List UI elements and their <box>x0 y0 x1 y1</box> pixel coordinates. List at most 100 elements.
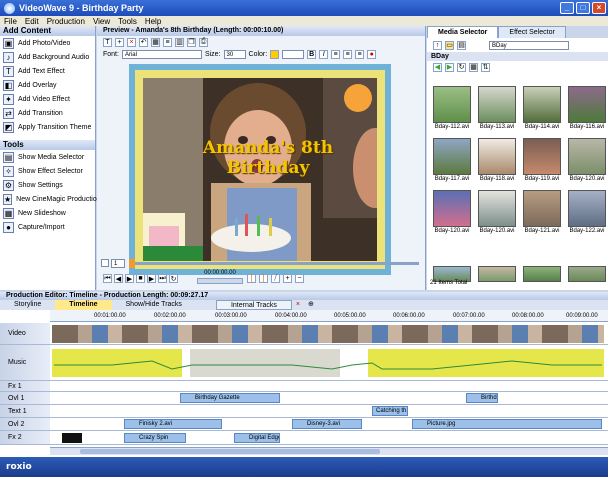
forward-nav-icon[interactable]: ▶ <box>445 62 454 72</box>
add-icon[interactable]: + <box>115 37 124 47</box>
italic-icon[interactable]: I <box>319 49 329 59</box>
bold-icon[interactable]: B <box>307 49 317 59</box>
media-thumb[interactable]: Bday-120.avi <box>431 190 473 239</box>
close-button[interactable]: × <box>592 2 606 14</box>
media-thumb[interactable]: Bday-116.avi <box>566 86 608 135</box>
media-thumb[interactable]: Bday-113.avi <box>476 86 518 135</box>
filter-icon[interactable]: ▦ <box>469 62 478 72</box>
fx-clip-digital-edge[interactable]: Digital Edge <box>234 433 280 443</box>
mark-out-icon[interactable]: ] <box>259 274 268 283</box>
add-overlay[interactable]: ◧ Add Overlay <box>0 78 95 92</box>
new-text-icon[interactable]: T <box>103 37 112 47</box>
show-effect-selector[interactable]: ✧ Show Effect Selector <box>0 164 95 178</box>
zoom-in-icon[interactable]: + <box>283 274 292 283</box>
mark-in-icon[interactable]: [ <box>247 274 256 283</box>
fx-clip-crazy-spin[interactable]: Crazy Spin <box>124 433 186 443</box>
menu-edit[interactable]: Edit <box>21 17 43 26</box>
layout-icon[interactable]: ▦ <box>151 37 160 47</box>
internal-tracks-button[interactable]: Internal Tracks <box>215 300 292 310</box>
tab-timeline[interactable]: Timeline <box>55 300 112 310</box>
menu-view[interactable]: View <box>89 17 114 26</box>
menu-production[interactable]: Production <box>43 17 89 26</box>
size-select[interactable]: 30 <box>223 49 246 59</box>
music-volume-envelope[interactable] <box>52 349 604 377</box>
align-icon[interactable]: ≡ <box>163 37 172 47</box>
align-right-icon[interactable]: ≡ <box>355 49 365 59</box>
undo-icon[interactable]: ↶ <box>139 37 148 47</box>
skip-start-icon[interactable]: ⏮ <box>103 274 112 283</box>
tab-storyline[interactable]: Storyline <box>0 300 55 310</box>
split-icon[interactable]: ⧸ <box>271 274 280 283</box>
text-clip-catching[interactable]: Catching th... <box>372 406 408 416</box>
media-thumb[interactable] <box>521 266 563 282</box>
prev-frame-icon[interactable] <box>101 259 109 267</box>
play-icon[interactable]: ▶ <box>125 274 134 283</box>
show-hide-tracks-button[interactable]: Show/Hide Tracks <box>112 300 196 310</box>
add-photo-video[interactable]: ▣ Add Photo/Video <box>0 36 95 50</box>
delete-icon[interactable]: × <box>127 37 136 47</box>
menu-tools[interactable]: Tools <box>114 17 141 26</box>
overlay-clip-picture[interactable]: Picture.jpg <box>412 419 602 429</box>
add-background-audio[interactable]: ♪ Add Background Audio <box>0 50 95 64</box>
apply-transition-theme[interactable]: ◩ Apply Transition Theme <box>0 120 95 134</box>
shadow-icon[interactable]: ● <box>367 49 377 59</box>
scrub-track[interactable] <box>129 262 419 265</box>
overlay-title-text[interactable]: Amanda's 8th Birthday <box>163 138 373 178</box>
font-select[interactable]: Arial <box>121 49 202 59</box>
back-icon[interactable]: ◀ <box>433 62 442 72</box>
refresh-icon[interactable]: ↻ <box>457 62 466 72</box>
scrub-handle[interactable] <box>129 259 135 268</box>
overlay-clip-birthd[interactable]: Birthd... <box>466 393 498 403</box>
fx-clip-thumb[interactable] <box>62 433 82 443</box>
media-thumb[interactable]: Bday-119.avi <box>521 138 563 187</box>
sort-icon[interactable]: ⇅ <box>481 62 490 72</box>
show-media-selector[interactable]: ▤ Show Media Selector <box>0 150 95 164</box>
volume-slider[interactable] <box>197 278 243 284</box>
tab-media-selector[interactable]: Media Selector <box>427 26 499 38</box>
media-thumb[interactable] <box>566 266 608 282</box>
zoom-timeline-icon[interactable]: ⊕ <box>304 300 318 310</box>
new-cinemagic-production[interactable]: ★ New CineMagic Production <box>0 192 101 206</box>
timeline-scrollbar[interactable] <box>50 447 608 455</box>
add-video-effect[interactable]: ✦ Add Video Effect <box>0 92 95 106</box>
media-thumb[interactable]: Bday-120.avi <box>476 190 518 239</box>
media-thumb[interactable]: Bday-122.avi <box>566 190 608 239</box>
media-thumb[interactable]: Bday-118.avi <box>476 138 518 187</box>
timeline-ruler[interactable]: 00:01:00.00 00:02:00.00 00:03:00.00 00:0… <box>50 310 608 322</box>
menu-file[interactable]: File <box>0 17 21 26</box>
forward-icon[interactable]: ▶ <box>147 274 156 283</box>
tab-effect-selector[interactable]: Effect Selector <box>498 26 566 38</box>
maximize-button[interactable]: □ <box>576 2 590 14</box>
new-slideshow[interactable]: ▦ New Slideshow <box>0 206 95 220</box>
loop-icon[interactable]: ↻ <box>169 274 178 283</box>
zoom-out-icon[interactable]: − <box>295 274 304 283</box>
folder-icon[interactable]: ▭ <box>445 40 454 50</box>
minimize-button[interactable]: _ <box>560 2 574 14</box>
video-clips-strip[interactable] <box>52 325 604 343</box>
print-icon[interactable]: ⎙ <box>199 37 208 47</box>
preview-video-frame[interactable]: Amanda's 8th Birthday <box>129 64 397 275</box>
opacity-field[interactable] <box>282 49 305 59</box>
view-icon[interactable]: ▤ <box>457 40 466 50</box>
copy-icon[interactable]: ❐ <box>187 37 196 47</box>
folder-select[interactable]: BDay <box>489 40 569 50</box>
show-settings[interactable]: ⚙ Show Settings <box>0 178 95 192</box>
delete-clip-icon[interactable]: × <box>292 300 304 310</box>
media-thumb[interactable]: Bday-114.avi <box>521 86 563 135</box>
overlay-clip-birthday-gazette[interactable]: Birthday Gazette <box>180 393 280 403</box>
overlay-clip-disney[interactable]: Disney-3.avi <box>292 419 362 429</box>
media-thumb[interactable]: Bday-112.avi <box>431 86 473 135</box>
stop-icon[interactable]: ■ <box>136 274 145 283</box>
align-left-icon[interactable]: ≡ <box>331 49 341 59</box>
rewind-icon[interactable]: ◀ <box>114 274 123 283</box>
add-text-effect[interactable]: T Add Text Effect <box>0 64 95 78</box>
media-thumb[interactable]: Bday-121.avi <box>521 190 563 239</box>
grid-icon[interactable]: ▥ <box>175 37 184 47</box>
folder-up-icon[interactable]: ↑ <box>433 40 442 50</box>
overlay-clip-finisky[interactable]: Finisky 2.avi <box>124 419 222 429</box>
skip-end-icon[interactable]: ⏭ <box>158 274 167 283</box>
align-center-icon[interactable]: ≡ <box>343 49 353 59</box>
menu-help[interactable]: Help <box>141 17 165 26</box>
add-transition[interactable]: ⇄ Add Transition <box>0 106 95 120</box>
media-thumb[interactable] <box>476 266 518 282</box>
